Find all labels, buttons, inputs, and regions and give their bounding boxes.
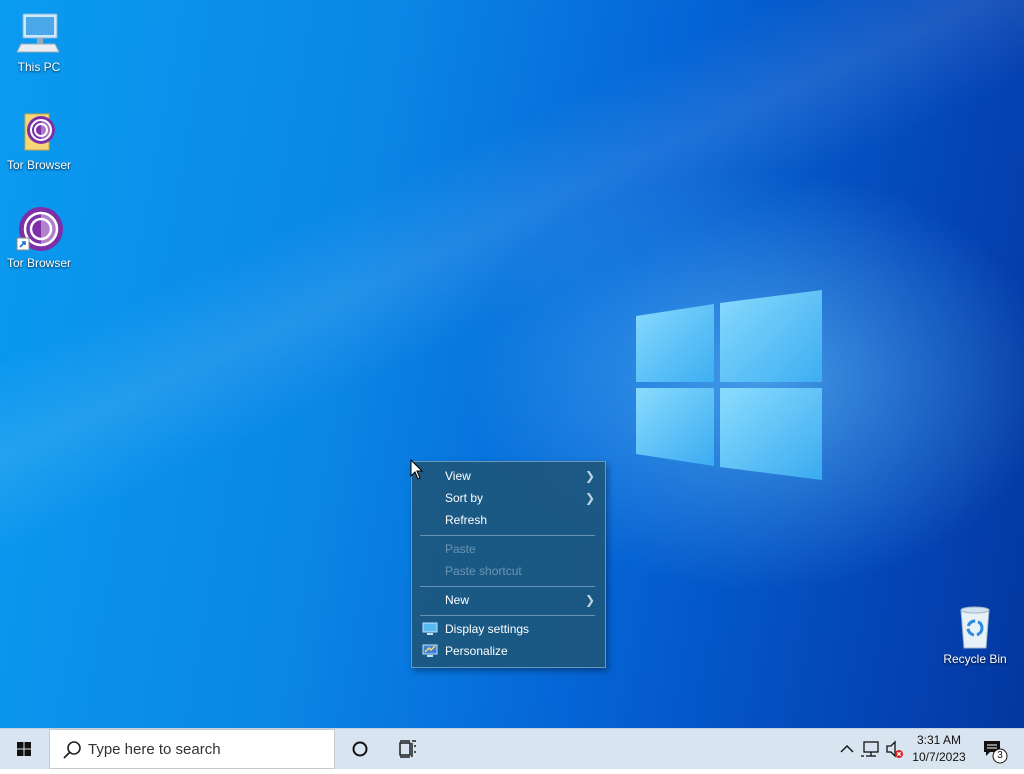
show-hidden-icons-button[interactable] — [836, 729, 858, 769]
menu-item-paste-shortcut: Paste shortcut — [412, 560, 605, 582]
menu-separator — [420, 586, 595, 587]
tor-browser-shortcut-icon — [15, 206, 63, 254]
menu-item-sort-by[interactable]: Sort by ❯ — [412, 487, 605, 509]
desktop-icon-label: Tor Browser — [6, 158, 71, 172]
menu-item-refresh[interactable]: Refresh — [412, 509, 605, 531]
desktop-context-menu: View ❯ Sort by ❯ Refresh Paste Paste sho… — [411, 461, 606, 668]
menu-item-label: Sort by — [445, 491, 484, 505]
menu-item-label: New — [445, 593, 470, 607]
clock-date: 10/7/2023 — [912, 750, 966, 764]
desktop-icon-this-pc[interactable]: This PC — [1, 10, 77, 74]
desktop-icon-recycle-bin[interactable]: Recycle Bin — [937, 602, 1013, 666]
desktop-icon-label: Recycle Bin — [943, 652, 1007, 666]
menu-item-label: Personalize — [445, 644, 508, 658]
desktop-icon-label: This PC — [17, 60, 61, 74]
desktop-icon-label: Tor Browser — [6, 256, 71, 270]
taskbar-search-box[interactable]: Type here to search — [49, 729, 335, 769]
desktop-icon-tor-browser-folder[interactable]: Tor Browser — [1, 108, 77, 172]
notification-icon — [984, 741, 1008, 764]
network-icon — [861, 741, 879, 757]
notification-count-badge: 3 — [997, 750, 1003, 761]
menu-item-display-settings[interactable]: Display settings — [412, 618, 605, 640]
chevron-right-icon: ❯ — [584, 469, 595, 483]
chevron-right-icon: ❯ — [584, 593, 595, 607]
chevron-right-icon: ❯ — [584, 491, 595, 505]
volume-muted-icon — [886, 740, 903, 758]
menu-item-label: Display settings — [445, 622, 530, 636]
windows-logo-wallpaper — [636, 290, 822, 480]
chevron-up-icon — [840, 745, 854, 753]
task-view-icon — [399, 740, 416, 758]
menu-item-label: Paste shortcut — [445, 564, 522, 578]
display-settings-icon — [422, 622, 438, 635]
volume-button[interactable] — [884, 729, 906, 769]
cortana-circle-icon — [352, 741, 368, 757]
search-placeholder: Type here to search — [88, 741, 221, 758]
menu-item-view[interactable]: View ❯ — [412, 465, 605, 487]
start-button[interactable] — [0, 729, 48, 769]
menu-item-personalize[interactable]: Personalize — [412, 640, 605, 662]
menu-item-paste: Paste — [412, 538, 605, 560]
mouse-cursor-icon — [410, 459, 424, 480]
this-pc-icon — [15, 10, 63, 58]
menu-separator — [420, 615, 595, 616]
menu-item-label: Paste — [445, 542, 476, 556]
search-icon — [63, 741, 81, 759]
desktop-icon-tor-browser-shortcut[interactable]: Tor Browser — [1, 206, 77, 270]
menu-item-label: View — [445, 469, 471, 483]
recycle-bin-icon — [951, 602, 999, 650]
clock-time: 3:31 AM — [916, 733, 962, 747]
taskbar: Type here to search 3:31 AM 10/7/2023 3 — [0, 728, 1024, 769]
tor-folder-icon — [15, 108, 63, 156]
menu-item-label: Refresh — [445, 513, 488, 527]
taskbar-clock[interactable]: 3:31 AM 10/7/2023 — [904, 732, 974, 768]
cortana-button[interactable] — [336, 729, 384, 769]
personalize-icon — [422, 644, 438, 657]
network-status-button[interactable] — [860, 729, 882, 769]
windows-start-icon — [17, 742, 31, 756]
menu-item-new[interactable]: New ❯ — [412, 589, 605, 611]
action-center-button[interactable]: 3 — [978, 729, 1018, 769]
menu-separator — [420, 535, 595, 536]
task-view-button[interactable] — [384, 729, 432, 769]
desktop[interactable]: This PC Tor Browser Tor Browser Recycle … — [0, 0, 1024, 728]
